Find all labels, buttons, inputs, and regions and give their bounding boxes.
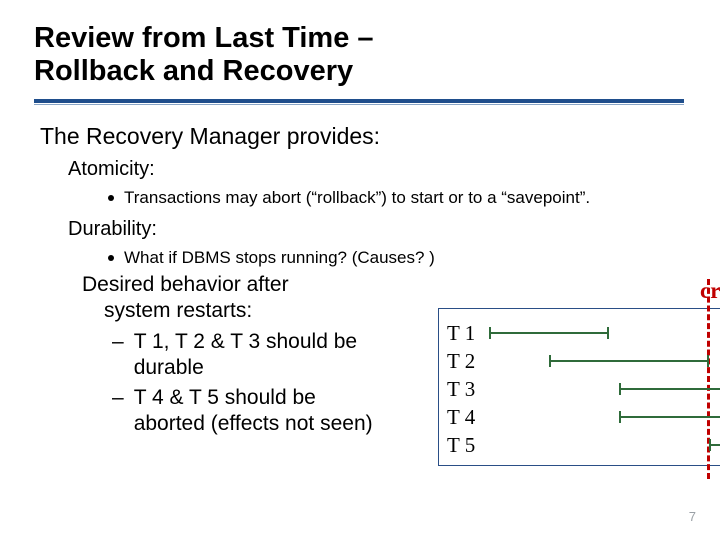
durability-bullet-row: What if DBMS stops running? (Causes? ) [68, 247, 700, 268]
timeline-row-label: T 5 [447, 433, 479, 458]
durability-bullet-text: What if DBMS stops running? (Causes? ) [124, 247, 435, 268]
timeline-row: T 4 [447, 405, 479, 430]
provides-line: The Recovery Manager provides: [40, 123, 700, 150]
bar-cap-left [489, 327, 491, 339]
dash-icon: – [112, 385, 124, 411]
atomicity-heading: Atomicity: [68, 158, 700, 181]
timeline-bar [549, 357, 709, 365]
bar-line [549, 360, 709, 362]
bar-line [619, 416, 720, 418]
timeline-bar [709, 441, 720, 449]
bullet-dot-icon [108, 255, 114, 261]
timeline-row: T 2 [447, 349, 479, 374]
slide: Review from Last Time – Rollback and Rec… [0, 0, 720, 540]
desired-line-1: Desired behavior after [82, 272, 392, 298]
bar-line [489, 332, 609, 334]
atomicity-bullet-text: Transactions may abort (“rollback”) to s… [124, 187, 590, 208]
bar-cap-left [619, 383, 621, 395]
dash-icon: – [112, 329, 124, 355]
desired-dash-2-text: T 4 & T 5 should be aborted (effects not… [134, 385, 392, 438]
page-number: 7 [689, 509, 696, 524]
bar-cap-left [709, 439, 711, 451]
atomicity-section: Atomicity: Transactions may abort (“roll… [40, 158, 700, 269]
atomicity-bullet-row: Transactions may abort (“rollback”) to s… [68, 187, 700, 208]
slide-body: The Recovery Manager provides: Atomicity… [0, 105, 720, 269]
bullet-dot-icon [108, 195, 114, 201]
durability-heading: Durability: [68, 218, 700, 241]
timeline-bar [489, 329, 609, 337]
timeline-chart: T 1 T 2 T 3 T 4 T 5 [438, 308, 720, 466]
title-line-1: Review from Last Time – [34, 22, 720, 55]
slide-title-block: Review from Last Time – Rollback and Rec… [0, 0, 720, 89]
timeline-bar [619, 385, 720, 393]
timeline-row-label: T 1 [447, 321, 479, 346]
timeline-row: T 1 [447, 321, 479, 346]
timeline-bar [619, 413, 720, 421]
timeline-row-label: T 3 [447, 377, 479, 402]
crash-label: crash! [700, 278, 720, 304]
desired-block: Desired behavior after system restarts: … [82, 272, 392, 438]
desired-line-2: system restarts: [82, 298, 392, 324]
timeline-row: T 3 [447, 377, 479, 402]
bar-cap-left [619, 411, 621, 423]
timeline-row: T 5 [447, 433, 479, 458]
desired-dash-1: – T 1, T 2 & T 3 should be durable [82, 329, 392, 382]
bar-line [619, 388, 720, 390]
bar-cap-right [707, 355, 709, 367]
timeline-row-label: T 4 [447, 405, 479, 430]
bar-cap-left [549, 355, 551, 367]
bar-cap-right [607, 327, 609, 339]
title-line-2: Rollback and Recovery [34, 55, 720, 88]
desired-dash-2: – T 4 & T 5 should be aborted (effects n… [82, 385, 392, 438]
rule-thick [34, 99, 684, 103]
desired-dash-1-text: T 1, T 2 & T 3 should be durable [134, 329, 392, 382]
timeline-row-label: T 2 [447, 349, 479, 374]
